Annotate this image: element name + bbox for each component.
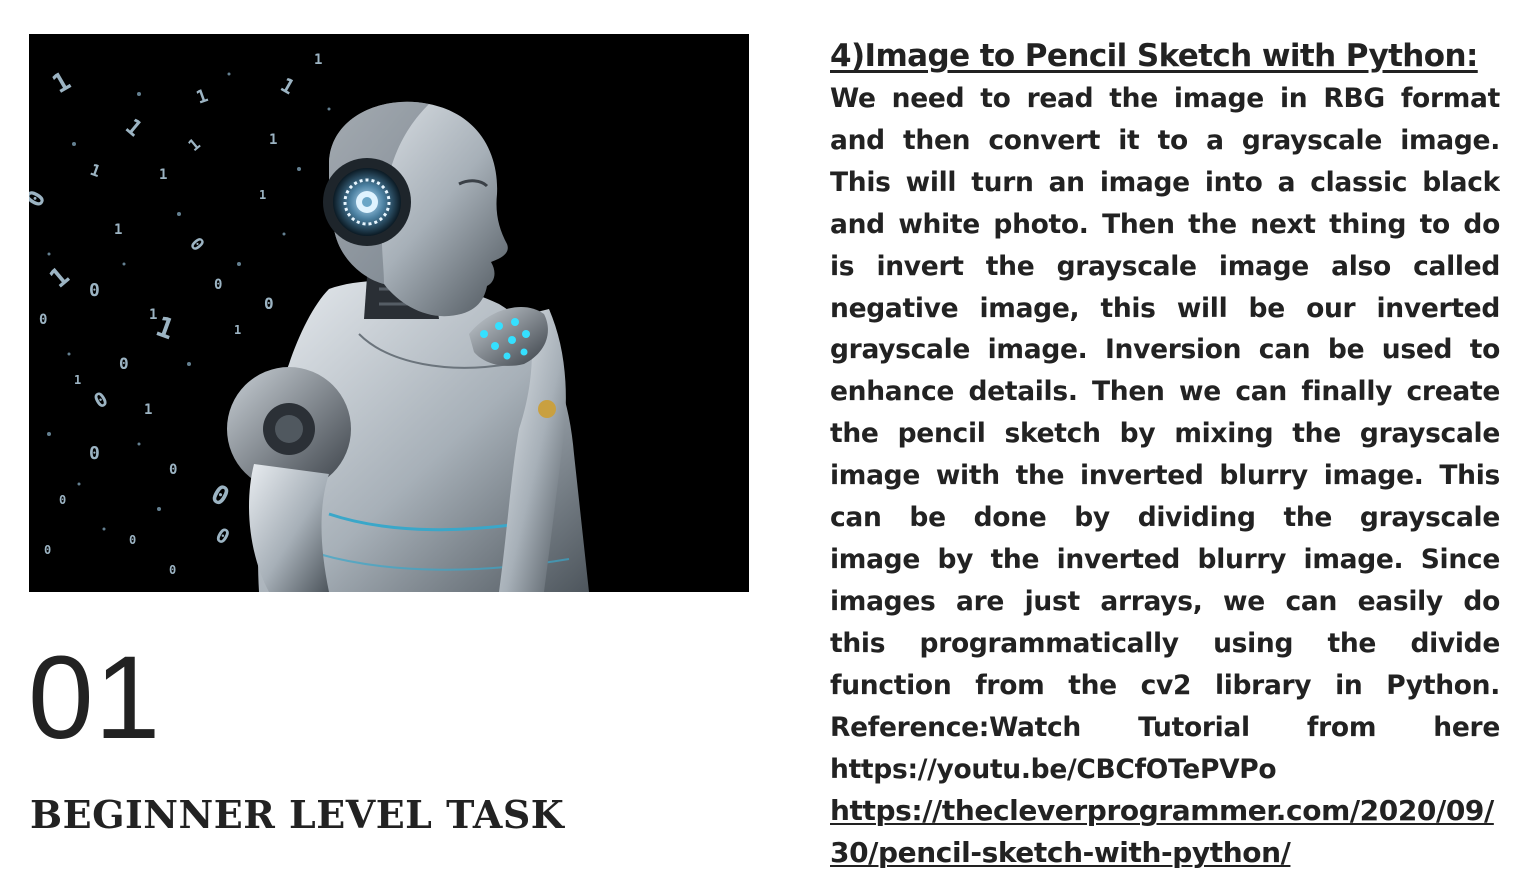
description-line: image by the inverted blurry image. Sinc…	[830, 543, 1500, 575]
svg-text:1: 1	[144, 402, 152, 418]
description-line: and then convert it to a grayscale image…	[830, 124, 1500, 156]
youtube-link[interactable]: https://youtu.be/CBCfOTePVPo	[830, 749, 1500, 791]
description-line: the pencil sketch by mixing the grayscal…	[830, 418, 1500, 450]
description-line: and white photo. Then the next thing to …	[830, 208, 1500, 240]
svg-text:0: 0	[44, 543, 51, 557]
svg-text:1: 1	[314, 52, 322, 68]
thinking-robot-image: 1 1 1 1 1 1 1 1 1 0 1 0 1 1 0 0 1 1 0 0 …	[29, 34, 749, 592]
svg-text:1: 1	[159, 167, 167, 183]
description-line: is invert the grayscale image also calle…	[830, 250, 1500, 282]
svg-text:0: 0	[169, 563, 176, 577]
description-line: this programmatically using the divide	[830, 627, 1500, 659]
description-line: image with the inverted blurry image. Th…	[830, 460, 1500, 492]
project-heading: 4)Image to Pencil Sketch with Python:	[830, 38, 1478, 74]
svg-text:1: 1	[269, 132, 277, 148]
svg-text:0: 0	[214, 277, 222, 293]
description-line: can be done by dividing the grayscale	[830, 502, 1500, 534]
description-line: This will turn an image into a classic b…	[830, 166, 1500, 198]
article-link[interactable]: https://thecleverprogrammer.com/2020/09/…	[830, 790, 1495, 874]
svg-text:1: 1	[234, 323, 241, 337]
project-description-section: 4)Image to Pencil Sketch with Python: We…	[830, 34, 1500, 874]
svg-text:1: 1	[149, 307, 157, 323]
robot-illustration-icon: 1 1 1 1 1 1 1 1 1 0 1 0 1 1 0 0 1 1 0 0 …	[29, 34, 749, 592]
reference-line: Reference:Watch Tutorial from here	[830, 711, 1500, 743]
description-line: function from the cv2 library in Python.	[830, 669, 1500, 701]
description-line: negative image, this will be our inverte…	[830, 292, 1500, 324]
project-description: We need to read the image in RBG format …	[830, 78, 1500, 790]
svg-text:0: 0	[119, 354, 129, 373]
svg-text:0: 0	[39, 312, 47, 328]
description-line: enhance details. Then we can finally cre…	[830, 376, 1500, 408]
svg-text:1: 1	[114, 222, 122, 238]
description-line: We need to read the image in RBG format	[830, 83, 1500, 114]
description-line: grayscale image. Inversion can be used t…	[830, 334, 1500, 366]
svg-text:1: 1	[74, 373, 81, 387]
description-line: images are just arrays, we can easily do	[830, 585, 1500, 617]
svg-text:1: 1	[259, 188, 266, 202]
svg-text:0: 0	[89, 443, 100, 464]
svg-text:0: 0	[264, 294, 274, 313]
svg-text:0: 0	[129, 533, 136, 547]
svg-text:0: 0	[59, 493, 66, 507]
task-number: 01	[28, 632, 162, 764]
svg-text:0: 0	[89, 280, 100, 301]
svg-text:0: 0	[169, 462, 177, 478]
task-level-title: BEGINNER LEVEL TASK	[30, 792, 565, 837]
